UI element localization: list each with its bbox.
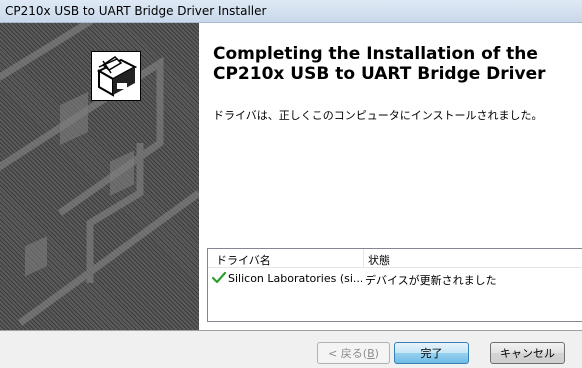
page-title: Completing the Installation of the CP210… (213, 44, 546, 84)
column-header-status[interactable]: 状態 (368, 252, 390, 268)
finish-button[interactable]: 完了 (394, 342, 469, 364)
column-divider[interactable] (363, 249, 364, 267)
installer-box-icon (91, 51, 141, 101)
window-title: CP210x USB to UART Bridge Driver Install… (5, 4, 267, 18)
wizard-content: Completing the Installation of the CP210… (199, 23, 582, 330)
list-item[interactable]: Silicon Laboratories (si... デバイスが更新されました (208, 270, 582, 288)
cancel-button[interactable]: キャンセル (490, 342, 565, 364)
title-bar[interactable]: CP210x USB to UART Bridge Driver Install… (0, 0, 582, 23)
completion-message: ドライバは、正しくこのコンピュータにインストールされました。 (213, 109, 543, 122)
driver-status-list[interactable]: ドライバ名 状態 Silicon Laboratories (si... デバイ… (207, 248, 582, 322)
driver-status-cell: デバイスが更新されました (365, 274, 497, 287)
button-bar: < 戻る(B) 完了 キャンセル (0, 330, 582, 368)
back-button[interactable]: < 戻る(B) (317, 342, 390, 364)
green-checkmark-icon (212, 272, 226, 284)
list-header: ドライバ名 状態 (208, 249, 582, 268)
column-header-driver-name[interactable]: ドライバ名 (216, 252, 271, 268)
wizard-side-banner (0, 23, 199, 330)
driver-name-cell: Silicon Laboratories (si... (228, 272, 362, 285)
